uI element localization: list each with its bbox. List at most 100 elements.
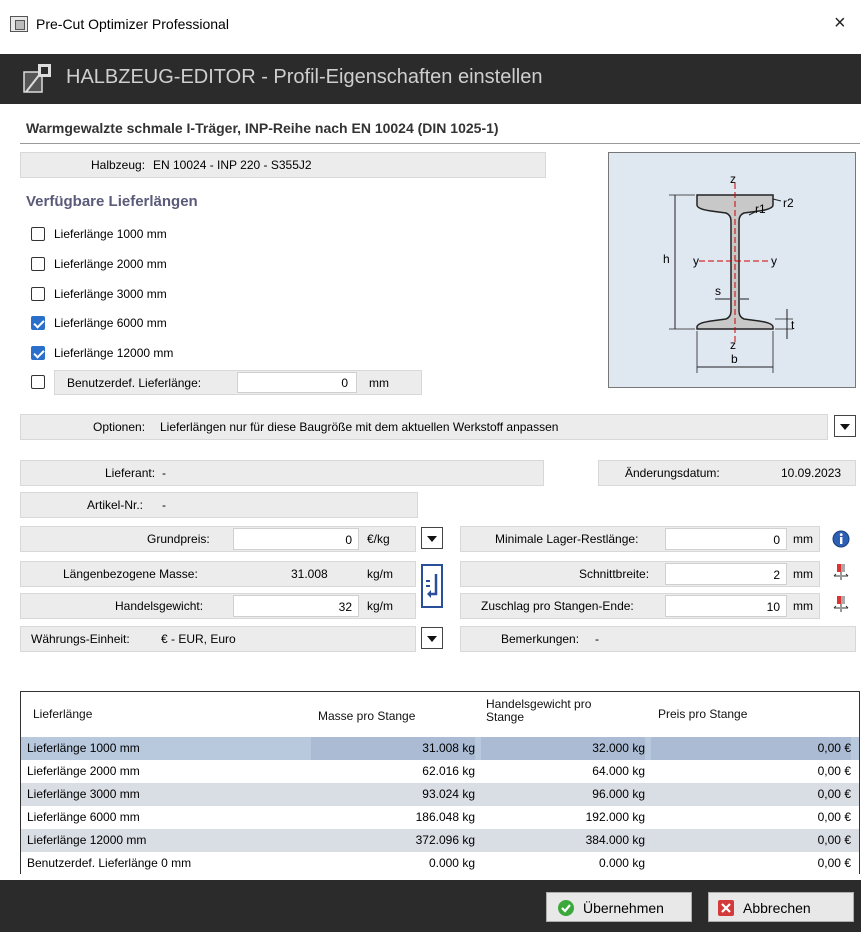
ok-button[interactable]: Übernehmen <box>546 892 692 922</box>
masse-label: Längenbezogene Masse: <box>63 567 198 581</box>
table-row[interactable]: Lieferlänge 12000 mm 372.096 kg 384.000 … <box>21 829 859 852</box>
label-y-right: y <box>771 254 777 268</box>
cancel-button[interactable]: Abbrechen <box>708 892 854 922</box>
handelsgewicht-label: Handelsgewicht: <box>115 599 204 613</box>
options-value[interactable]: Lieferlängen nur für diese Baugröße mit … <box>160 420 558 434</box>
length-checkbox-12000[interactable] <box>31 346 45 360</box>
length-label-12000: Lieferlänge 12000 mm <box>54 346 174 360</box>
handelsgewicht-input[interactable]: 32 <box>233 595 359 617</box>
label-z-top: z <box>730 172 736 186</box>
lieferant-field: Lieferant: - <box>20 460 544 486</box>
length-checkbox-6000[interactable] <box>31 316 45 330</box>
button-bar: Übernehmen Abbrechen <box>0 880 861 932</box>
waehrung-value[interactable]: € - EUR, Euro <box>161 632 236 646</box>
waehrung-label: Währungs-Einheit: <box>31 632 130 646</box>
i-beam-drawing: z r2 r1 h y y s t z b <box>663 172 795 373</box>
end-allowance-icon <box>833 596 849 612</box>
options-label: Optionen: <box>93 420 146 434</box>
cancel-button-label: Abbrechen <box>743 900 811 916</box>
masse-field: Längenbezogene Masse: 31.008 kg/m <box>20 561 416 587</box>
label-y-left: y <box>693 254 699 268</box>
label-r2: r2 <box>783 196 794 210</box>
schnittbreite-input[interactable]: 2 <box>665 563 787 585</box>
zuschlag-label: Zuschlag pro Stangen-Ende: <box>481 599 634 613</box>
aenderung-label: Änderungsdatum: <box>625 466 720 480</box>
length-label-1000: Lieferlänge 1000 mm <box>54 227 167 241</box>
table-row[interactable]: Lieferlänge 2000 mm 62.016 kg 64.000 kg … <box>21 760 859 783</box>
length-label-3000: Lieferlänge 3000 mm <box>54 287 167 301</box>
custom-length-field: Benutzerdef. Lieferlänge: 0 mm <box>54 370 422 395</box>
app-icon <box>10 16 28 32</box>
artikel-label: Artikel-Nr.: <box>87 498 144 512</box>
handelsgewicht-field: Handelsgewicht: 32 kg/m <box>20 593 416 619</box>
column-header-handelsgewicht[interactable]: Handelsgewicht pro Stange <box>486 692 626 737</box>
halbzeug-field: Halbzeug: EN 10024 - INP 220 - S355J2 <box>20 152 546 178</box>
zuschlag-input[interactable]: 10 <box>665 595 787 617</box>
length-checkbox-2000[interactable] <box>31 257 45 271</box>
aenderung-field: Änderungsdatum: 10.09.2023 <box>598 460 856 486</box>
label-z-bottom: z <box>730 338 736 352</box>
custom-length-unit: mm <box>369 376 389 390</box>
length-label-2000: Lieferlänge 2000 mm <box>54 257 167 271</box>
close-icon[interactable]: × <box>834 12 846 35</box>
lengths-heading: Verfügbare Lieferlängen <box>26 193 198 210</box>
bemerkungen-input[interactable]: - <box>595 632 599 646</box>
label-t: t <box>791 318 795 332</box>
table-row[interactable]: Lieferlänge 6000 mm 186.048 kg 192.000 k… <box>21 806 859 829</box>
profile-editor-icon <box>23 64 51 93</box>
page-title: HALBZEUG-EDITOR - Profil-Eigenschaften e… <box>66 66 543 88</box>
custom-length-label: Benutzerdef. Lieferlänge: <box>67 376 202 390</box>
options-dropdown-button[interactable] <box>834 415 856 437</box>
artikel-input[interactable]: - <box>162 498 166 512</box>
window-title: Pre-Cut Optimizer Professional <box>36 16 229 32</box>
restlaenge-input[interactable]: 0 <box>665 528 787 550</box>
zuschlag-unit: mm <box>793 599 813 613</box>
table-row[interactable]: Benutzerdef. Lieferlänge 0 mm 0.000 kg 0… <box>21 852 859 875</box>
waehrung-dropdown-button[interactable] <box>421 627 443 649</box>
column-header-lieferlaenge[interactable]: Lieferlänge <box>33 692 313 737</box>
grundpreis-dropdown-button[interactable] <box>421 527 443 549</box>
lieferant-label: Lieferant: <box>105 466 156 480</box>
column-header-masse[interactable]: Masse pro Stange <box>318 692 478 737</box>
restlaenge-field: Minimale Lager-Restlänge: 0 mm <box>460 526 820 552</box>
label-b: b <box>731 352 738 366</box>
label-s: s <box>715 284 721 298</box>
saw-cut-icon <box>833 564 849 580</box>
aenderung-value: 10.09.2023 <box>781 466 842 480</box>
halbzeug-value: EN 10024 - INP 220 - S355J2 <box>153 158 312 172</box>
grundpreis-input[interactable]: 0 <box>233 528 359 550</box>
label-h: h <box>663 252 670 266</box>
table-row[interactable]: Lieferlänge 3000 mm 93.024 kg 96.000 kg … <box>21 783 859 806</box>
info-icon[interactable] <box>832 530 850 548</box>
title-bar: Pre-Cut Optimizer Professional × <box>0 0 861 54</box>
length-label-6000: Lieferlänge 6000 mm <box>54 316 167 330</box>
custom-length-input[interactable]: 0 <box>237 372 357 393</box>
schnittbreite-unit: mm <box>793 567 813 581</box>
bemerkungen-field: Bemerkungen: - <box>460 626 856 652</box>
masse-value: 31.008 <box>291 567 328 581</box>
transfer-weight-icon[interactable] <box>421 564 443 608</box>
label-r1: r1 <box>755 202 766 216</box>
schnittbreite-field: Schnittbreite: 2 mm <box>460 561 820 587</box>
masse-unit: kg/m <box>367 567 394 581</box>
grundpreis-label: Grundpreis: <box>147 532 210 546</box>
length-checkbox-1000[interactable] <box>31 227 45 241</box>
table-row[interactable]: Lieferlänge 1000 mm 31.008 kg 32.000 kg … <box>21 737 859 760</box>
custom-length-checkbox[interactable] <box>31 375 45 389</box>
options-field: Optionen: Lieferlängen nur für diese Bau… <box>20 414 828 440</box>
artikel-field: Artikel-Nr.: - <box>20 492 418 518</box>
schnittbreite-label: Schnittbreite: <box>579 567 650 581</box>
divider <box>20 143 860 144</box>
column-header-preis[interactable]: Preis pro Stange <box>658 692 818 737</box>
profile-diagram: z r2 r1 h y y s t z b <box>608 152 856 388</box>
lengths-table: Lieferlänge Masse pro Stange Handelsgewi… <box>20 691 860 875</box>
grundpreis-field: Grundpreis: 0 €/kg <box>20 526 416 552</box>
handelsgewicht-unit: kg/m <box>367 599 394 613</box>
length-checkbox-3000[interactable] <box>31 287 45 301</box>
waehrung-field: Währungs-Einheit: € - EUR, Euro <box>20 626 416 652</box>
restlaenge-label: Minimale Lager-Restlänge: <box>495 532 639 546</box>
ok-button-label: Übernehmen <box>583 900 664 916</box>
cancel-icon <box>718 900 734 916</box>
lieferant-input[interactable]: - <box>162 466 166 480</box>
halbzeug-label: Halbzeug: <box>91 158 146 172</box>
